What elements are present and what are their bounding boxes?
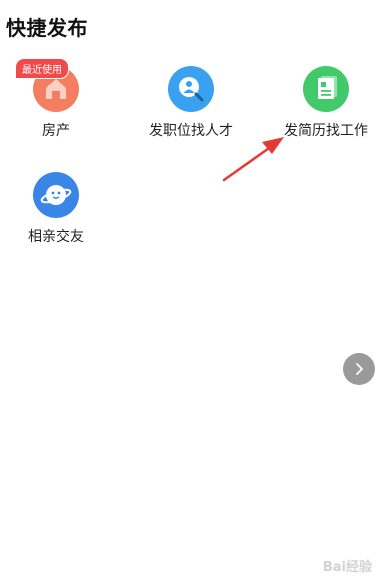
publish-item-dating[interactable]: 相亲交友 (0, 172, 116, 246)
resume-icon (303, 66, 349, 112)
next-page-button[interactable] (343, 353, 375, 385)
planet-icon (33, 172, 79, 218)
item-label-recruit: 发职位找人才 (149, 123, 233, 139)
recruit-search-icon (168, 66, 214, 112)
chevron-right-icon (356, 363, 363, 375)
watermark: Bai经验 (322, 560, 372, 575)
publish-item-recruit[interactable]: 发职位找人才 (131, 66, 251, 140)
publish-item-house[interactable]: 最近使用 房产 (0, 59, 116, 140)
item-label-dating: 相亲交友 (28, 229, 84, 245)
publish-item-resume[interactable]: 发简历找工作 (266, 66, 384, 140)
recently-used-badge: 最近使用 (16, 59, 68, 78)
item-label-house: 房产 (42, 123, 70, 139)
quick-publish-page: 快捷发布 最近使用 房产 发职位找人才 发简历找工作 相亲交友 Bai经验 (0, 0, 384, 583)
item-label-resume: 发简历找工作 (284, 123, 368, 139)
page-title: 快捷发布 (6, 16, 88, 40)
